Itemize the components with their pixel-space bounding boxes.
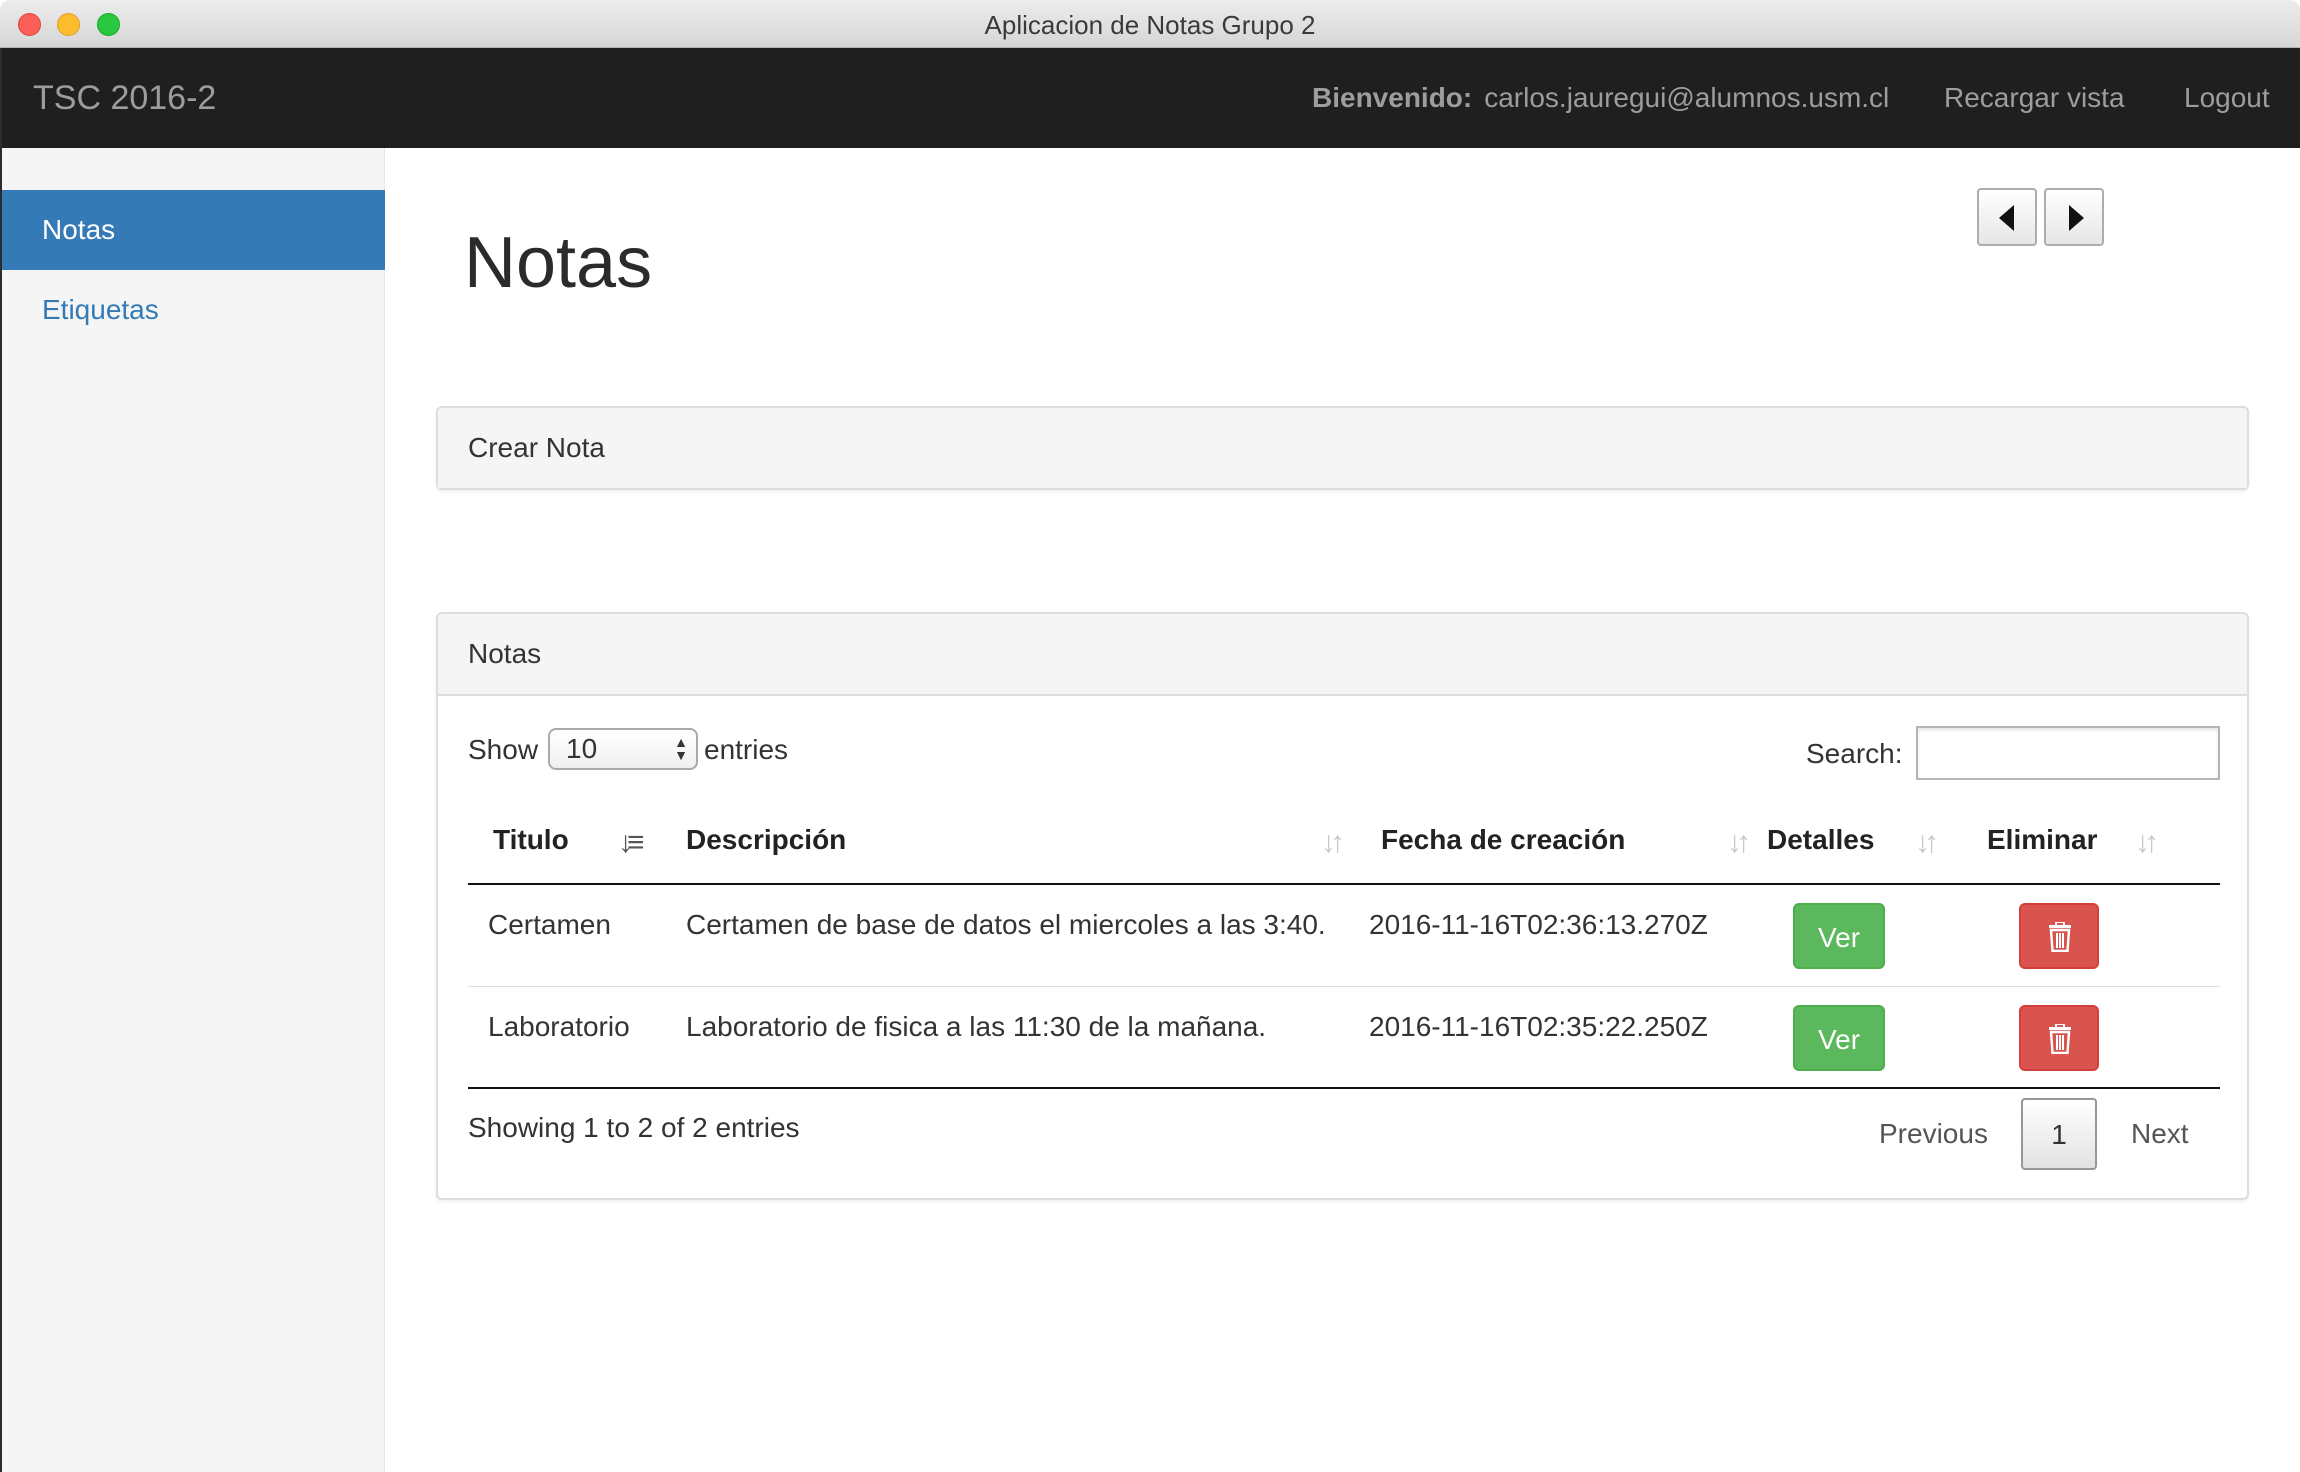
cell-titulo: Certamen xyxy=(468,883,661,986)
column-label: Detalles xyxy=(1767,824,1875,855)
window-titlebar: Aplicacion de Notas Grupo 2 xyxy=(0,0,2300,48)
reload-view-link[interactable]: Recargar vista xyxy=(1944,48,2125,148)
create-note-panel[interactable]: Crear Nota xyxy=(436,406,2249,490)
search-label: Search: xyxy=(1806,738,1903,769)
cell-titulo: Laboratorio xyxy=(468,985,661,1089)
table-row: Laboratorio Laboratorio de fisica a las … xyxy=(468,985,2220,1089)
caret-left-icon xyxy=(1999,205,2014,231)
table-header-row: Titulo ↓≡ Descripción ↓↑ Fecha de creaci… xyxy=(468,804,2220,885)
window-title: Aplicacion de Notas Grupo 2 xyxy=(984,10,1316,40)
navbar-brand[interactable]: TSC 2016-2 xyxy=(33,48,216,148)
column-label: Titulo xyxy=(493,824,569,855)
entries-select-value: 10 xyxy=(566,733,598,764)
column-header-descripcion[interactable]: Descripción ↓↑ xyxy=(661,804,1361,885)
column-label: Eliminar xyxy=(1987,824,2098,855)
cell-fecha: 2016-11-16T02:36:13.270Z xyxy=(1361,883,1767,986)
logout-link[interactable]: Logout xyxy=(2184,48,2270,148)
pagination-previous[interactable]: Previous xyxy=(1879,1114,1988,1154)
cell-descripcion: Laboratorio de fisica a las 11:30 de la … xyxy=(661,985,1361,1089)
cell-descripcion: Certamen de base de datos el miercoles a… xyxy=(661,883,1361,986)
trash-icon xyxy=(2049,922,2071,952)
select-arrows-icon: ▲ ▼ xyxy=(674,734,688,763)
cell-eliminar xyxy=(1987,985,2220,1089)
table-info: Showing 1 to 2 of 2 entries xyxy=(468,1112,800,1143)
sort-icon: ↓↑ xyxy=(1915,826,1939,859)
welcome-label: Bienvenido: xyxy=(1312,82,1473,113)
forward-button[interactable] xyxy=(2044,188,2104,246)
column-header-detalles[interactable]: Detalles ↓↑ xyxy=(1767,804,1987,885)
cell-eliminar xyxy=(1987,883,2220,986)
cell-detalles: Ver xyxy=(1767,985,1987,1089)
table-row: Certamen Certamen de base de datos el mi… xyxy=(468,883,2220,986)
delete-note-button[interactable] xyxy=(2019,1004,2099,1071)
sort-asc-icon: ↓≡ xyxy=(618,826,644,859)
create-note-heading[interactable]: Crear Nota xyxy=(438,408,2247,488)
caret-right-icon xyxy=(2069,205,2084,231)
sort-icon: ↓↑ xyxy=(2135,826,2159,859)
column-label: Fecha de creación xyxy=(1381,824,1626,855)
show-label: Show xyxy=(468,734,539,765)
back-button[interactable] xyxy=(1977,188,2037,246)
view-note-button[interactable]: Ver xyxy=(1793,1004,1885,1071)
pagination-page-1[interactable]: 1 xyxy=(2021,1098,2097,1170)
column-header-eliminar[interactable]: Eliminar ↓↑ xyxy=(1987,804,2220,885)
column-header-titulo[interactable]: Titulo ↓≡ xyxy=(468,804,661,885)
page-title: Notas xyxy=(464,223,653,303)
cell-fecha: 2016-11-16T02:35:22.250Z xyxy=(1361,985,1767,1089)
delete-note-button[interactable] xyxy=(2019,903,2099,969)
sidebar: Notas Etiquetas xyxy=(0,148,385,1472)
entries-label: entries xyxy=(704,734,789,765)
top-navbar: TSC 2016-2 Bienvenido: carlos.jauregui@al… xyxy=(0,48,2300,148)
user-email: carlos.jauregui@alumnos.usm.cl xyxy=(1484,82,1890,113)
trash-icon xyxy=(2049,1023,2071,1054)
search-input[interactable] xyxy=(1916,726,2220,780)
sidebar-item-etiquetas[interactable]: Etiquetas xyxy=(2,270,385,350)
cell-detalles: Ver xyxy=(1767,883,1987,986)
pagination-next[interactable]: Next xyxy=(2131,1114,2189,1154)
entries-per-page-select[interactable]: 10 ▲ ▼ xyxy=(548,728,698,770)
notes-panel: Notas Show 10 ▲ ▼ entries Search: Titulo … xyxy=(436,612,2249,1200)
sort-icon: ↓↑ xyxy=(1727,826,1751,859)
column-header-fecha[interactable]: Fecha de creación ↓↑ xyxy=(1361,804,1767,885)
sort-icon: ↓↑ xyxy=(1321,826,1345,859)
view-note-button[interactable]: Ver xyxy=(1793,903,1885,969)
sidebar-item-notas[interactable]: Notas xyxy=(2,190,385,270)
welcome-message: Bienvenido: carlos.jauregui@alumnos.usm.c… xyxy=(1312,48,1889,148)
notes-panel-heading: Notas xyxy=(438,614,2247,696)
notes-table: Titulo ↓≡ Descripción ↓↑ Fecha de creaci… xyxy=(468,804,2220,1089)
column-label: Descripción xyxy=(686,824,847,855)
